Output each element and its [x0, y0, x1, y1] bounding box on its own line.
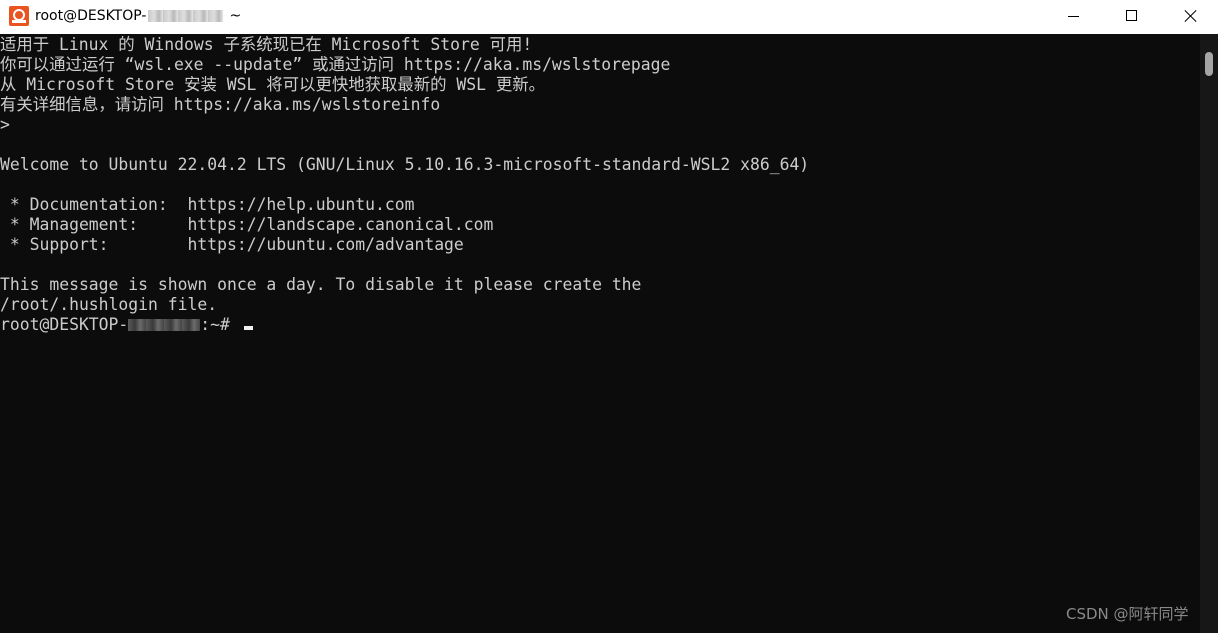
terminal-line: * Documentation: https://help.ubuntu.com [0, 195, 415, 214]
scrollbar-track[interactable] [1200, 34, 1218, 633]
minimize-button[interactable] [1046, 0, 1104, 34]
prompt-prefix: root@DESKTOP- [0, 315, 129, 334]
text-cursor [243, 326, 253, 330]
redacted-hostname [148, 10, 224, 22]
minimize-icon [1068, 16, 1079, 17]
terminal-line: Welcome to Ubuntu 22.04.2 LTS (GNU/Linux… [0, 155, 810, 174]
redacted-hostname [128, 319, 201, 331]
terminal-window: root@DESKTOP- ~ 适用于 Linux 的 Windows 子系统现已… [0, 0, 1218, 633]
watermark: CSDN @阿轩同学 [1066, 605, 1189, 623]
window-title-prefix: root@DESKTOP- [35, 8, 147, 24]
window-title-suffix: ~ [229, 8, 242, 24]
terminal-line: /root/.hushlogin file. [0, 295, 218, 314]
ubuntu-icon[interactable] [9, 6, 29, 26]
window-title: root@DESKTOP- ~ [35, 7, 241, 25]
terminal-line: 从 Microsoft Store 安装 WSL 将可以更快地获取最新的 WSL… [0, 75, 546, 94]
terminal-line: 有关详细信息，请访问 https://aka.ms/wslstoreinfo [0, 95, 441, 114]
title-bar[interactable]: root@DESKTOP- ~ [0, 0, 1218, 34]
prompt-suffix: :~# [200, 315, 240, 334]
shell-prompt[interactable]: root@DESKTOP- :~# [0, 315, 253, 335]
terminal-line: * Support: https://ubuntu.com/advantage [0, 235, 464, 254]
terminal-output[interactable]: 适用于 Linux 的 Windows 子系统现已在 Microsoft Sto… [0, 34, 1200, 633]
terminal-line: > [0, 115, 10, 134]
terminal-line: 适用于 Linux 的 Windows 子系统现已在 Microsoft Sto… [0, 35, 533, 54]
close-button[interactable] [1162, 0, 1218, 34]
scrollbar[interactable] [1200, 34, 1218, 633]
terminal-line: This message is shown once a day. To dis… [0, 275, 642, 294]
close-icon [1184, 10, 1196, 22]
maximize-icon [1126, 10, 1137, 21]
scrollbar-thumb[interactable] [1205, 52, 1213, 76]
terminal-line: 你可以通过运行 “wsl.exe --update” 或通过访问 https:/… [0, 55, 671, 74]
maximize-button[interactable] [1104, 0, 1162, 34]
terminal-line: * Management: https://landscape.canonica… [0, 215, 494, 234]
